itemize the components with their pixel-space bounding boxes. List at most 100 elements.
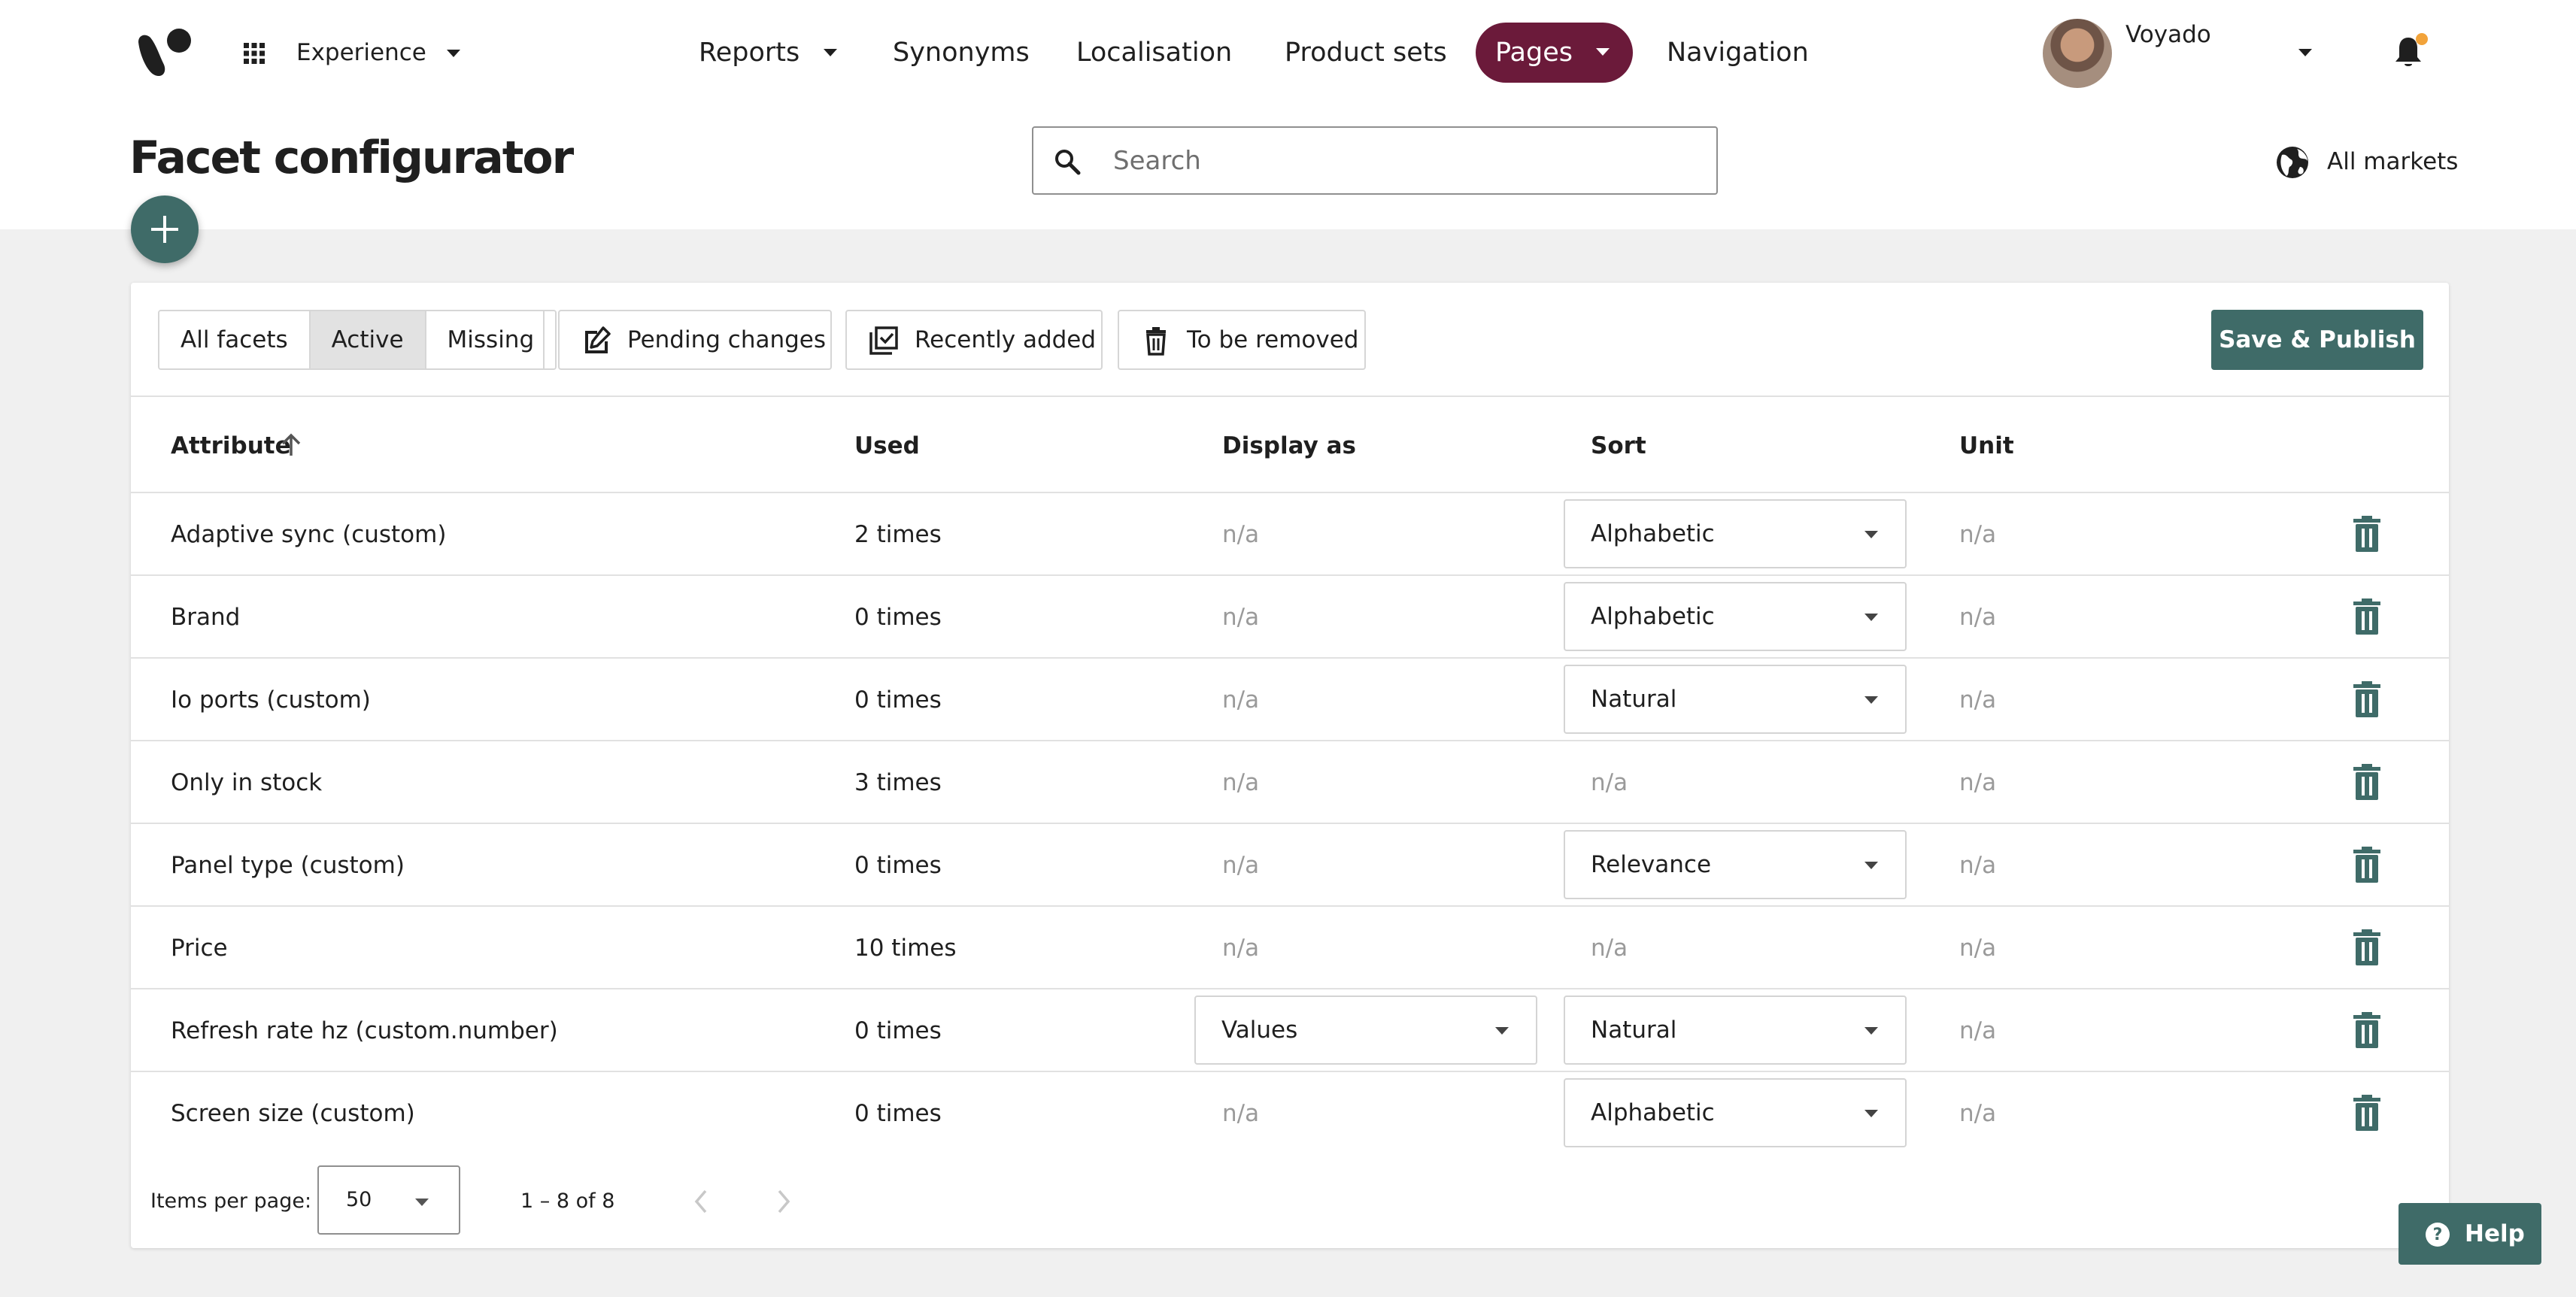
save-publish-button[interactable]: Save & Publish: [2211, 310, 2423, 370]
trash-icon[interactable]: [2352, 847, 2382, 883]
sort-select[interactable]: Alphabetic: [1564, 1078, 1907, 1147]
chevron-down-icon: [415, 1199, 429, 1206]
app-switcher-label[interactable]: Experience: [296, 35, 426, 71]
cell-unit: n/a: [1959, 604, 1997, 631]
apps-grid-icon[interactable]: [242, 41, 266, 65]
cell-unit: n/a: [1959, 935, 1997, 962]
header-attribute[interactable]: Attribute: [171, 427, 291, 465]
cell-used: 2 times: [854, 521, 942, 548]
sort-select-value: Natural: [1591, 686, 1677, 713]
cell-used: 0 times: [854, 852, 942, 879]
user-menu-caret-icon[interactable]: [2298, 49, 2312, 56]
sort-select[interactable]: Alphabetic: [1564, 582, 1907, 651]
to-be-removed-label: To be removed: [1187, 326, 1359, 353]
nav-localisation[interactable]: Localisation: [1076, 30, 1232, 75]
display-as-select-value: Values: [1221, 1017, 1298, 1044]
sort-select[interactable]: Natural: [1564, 665, 1907, 734]
page-title: Facet configurator: [129, 132, 574, 184]
app-switcher-caret-icon[interactable]: [447, 50, 460, 57]
pages-caret-icon: [1596, 48, 1610, 56]
sort-select[interactable]: Relevance: [1564, 830, 1907, 899]
filter-active[interactable]: Active: [308, 311, 425, 368]
nav-product-sets[interactable]: Product sets: [1285, 30, 1447, 75]
header-display-as[interactable]: Display as: [1222, 427, 1356, 465]
display-as-select[interactable]: Values: [1194, 995, 1537, 1065]
table-row: Refresh rate hz (custom.number) 0 times …: [131, 988, 2449, 1071]
nav-pages-label: Pages: [1495, 38, 1573, 68]
sort-select-value: Relevance: [1591, 851, 1712, 878]
cell-attribute: Adaptive sync (custom): [171, 521, 447, 548]
trash-icon[interactable]: [2352, 598, 2382, 635]
cell-display-as: n/a: [1222, 852, 1260, 879]
cell-unit: n/a: [1959, 1100, 1997, 1127]
trash-icon[interactable]: [2352, 681, 2382, 717]
cell-attribute: Io ports (custom): [171, 686, 371, 714]
chevron-down-icon: [1864, 1110, 1878, 1117]
pending-changes-button[interactable]: Pending changes: [558, 310, 832, 370]
trash-icon[interactable]: [2352, 764, 2382, 800]
cell-unit: n/a: [1959, 769, 1997, 796]
toolbar-divider: [543, 310, 545, 370]
cell-unit: n/a: [1959, 852, 1997, 879]
header-used[interactable]: Used: [854, 427, 920, 465]
cell-attribute: Brand: [171, 604, 241, 631]
nav-pages[interactable]: Pages: [1476, 23, 1633, 83]
user-name[interactable]: Voyado: [2125, 20, 2211, 50]
cell-attribute: Only in stock: [171, 769, 323, 796]
sort-select-value: Alphabetic: [1591, 1099, 1715, 1126]
cell-display-as: n/a: [1222, 604, 1260, 631]
chevron-down-icon: [1864, 1027, 1878, 1035]
chevron-right-icon[interactable]: [775, 1188, 793, 1215]
to-be-removed-button[interactable]: To be removed: [1118, 310, 1366, 370]
chevron-down-icon: [1495, 1027, 1509, 1035]
cell-attribute: Refresh rate hz (custom.number): [171, 1017, 558, 1044]
filter-missing[interactable]: Missing: [424, 311, 556, 368]
markets-label: All markets: [2327, 148, 2459, 175]
table-row: Io ports (custom) 0 times n/a Natural n/…: [131, 657, 2449, 740]
items-per-page-select[interactable]: 50: [317, 1165, 460, 1235]
table-row: Price 10 times n/a n/a n/a: [131, 905, 2449, 988]
trash-icon[interactable]: [2352, 516, 2382, 552]
cell-unit: n/a: [1959, 686, 1997, 714]
sort-select[interactable]: Alphabetic: [1564, 499, 1907, 568]
sort-select-value: Alphabetic: [1591, 603, 1715, 630]
cell-used: 0 times: [854, 1100, 942, 1127]
pagination-range: 1 – 8 of 8: [520, 1189, 615, 1213]
chevron-left-icon[interactable]: [692, 1188, 710, 1215]
trash-outline-icon: [1146, 327, 1166, 356]
facet-filter-group: All facets Active Missing: [158, 310, 557, 370]
items-per-page-value: 50: [346, 1188, 372, 1211]
cell-attribute: Price: [171, 935, 228, 962]
cell-unit: n/a: [1959, 1017, 1997, 1044]
chevron-down-icon: [1864, 862, 1878, 869]
cell-used: 0 times: [854, 1017, 942, 1044]
trash-icon[interactable]: [2352, 1095, 2382, 1131]
help-label: Help: [2465, 1220, 2525, 1247]
recently-added-button[interactable]: Recently added: [845, 310, 1103, 370]
help-button[interactable]: ? Help: [2399, 1203, 2541, 1265]
cell-display-as: n/a: [1222, 521, 1260, 548]
nav-reports[interactable]: Reports: [699, 30, 800, 75]
notification-dot: [2416, 33, 2428, 45]
add-facet-button[interactable]: [131, 195, 199, 263]
cell-used: 0 times: [854, 686, 942, 714]
help-icon: ?: [2426, 1223, 2450, 1247]
search-input[interactable]: [1113, 138, 1700, 183]
header-unit[interactable]: Unit: [1959, 427, 2014, 465]
logo-icon[interactable]: [134, 26, 194, 80]
trash-icon[interactable]: [2352, 1012, 2382, 1048]
avatar[interactable]: [2043, 19, 2112, 88]
trash-icon[interactable]: [2352, 929, 2382, 965]
filter-all-facets[interactable]: All facets: [159, 311, 309, 368]
nav-synonyms[interactable]: Synonyms: [893, 30, 1030, 75]
reports-caret-icon[interactable]: [824, 49, 837, 56]
header-sort[interactable]: Sort: [1591, 427, 1646, 465]
arrow-up-icon[interactable]: [278, 432, 304, 459]
table-row: Brand 0 times n/a Alphabetic n/a: [131, 574, 2449, 657]
sort-select[interactable]: Natural: [1564, 995, 1907, 1065]
cell-unit: n/a: [1959, 521, 1997, 548]
search-box[interactable]: [1032, 126, 1718, 195]
nav-navigation[interactable]: Navigation: [1667, 30, 1809, 75]
cell-sort: n/a: [1591, 769, 1628, 796]
cell-display-as: n/a: [1222, 935, 1260, 962]
